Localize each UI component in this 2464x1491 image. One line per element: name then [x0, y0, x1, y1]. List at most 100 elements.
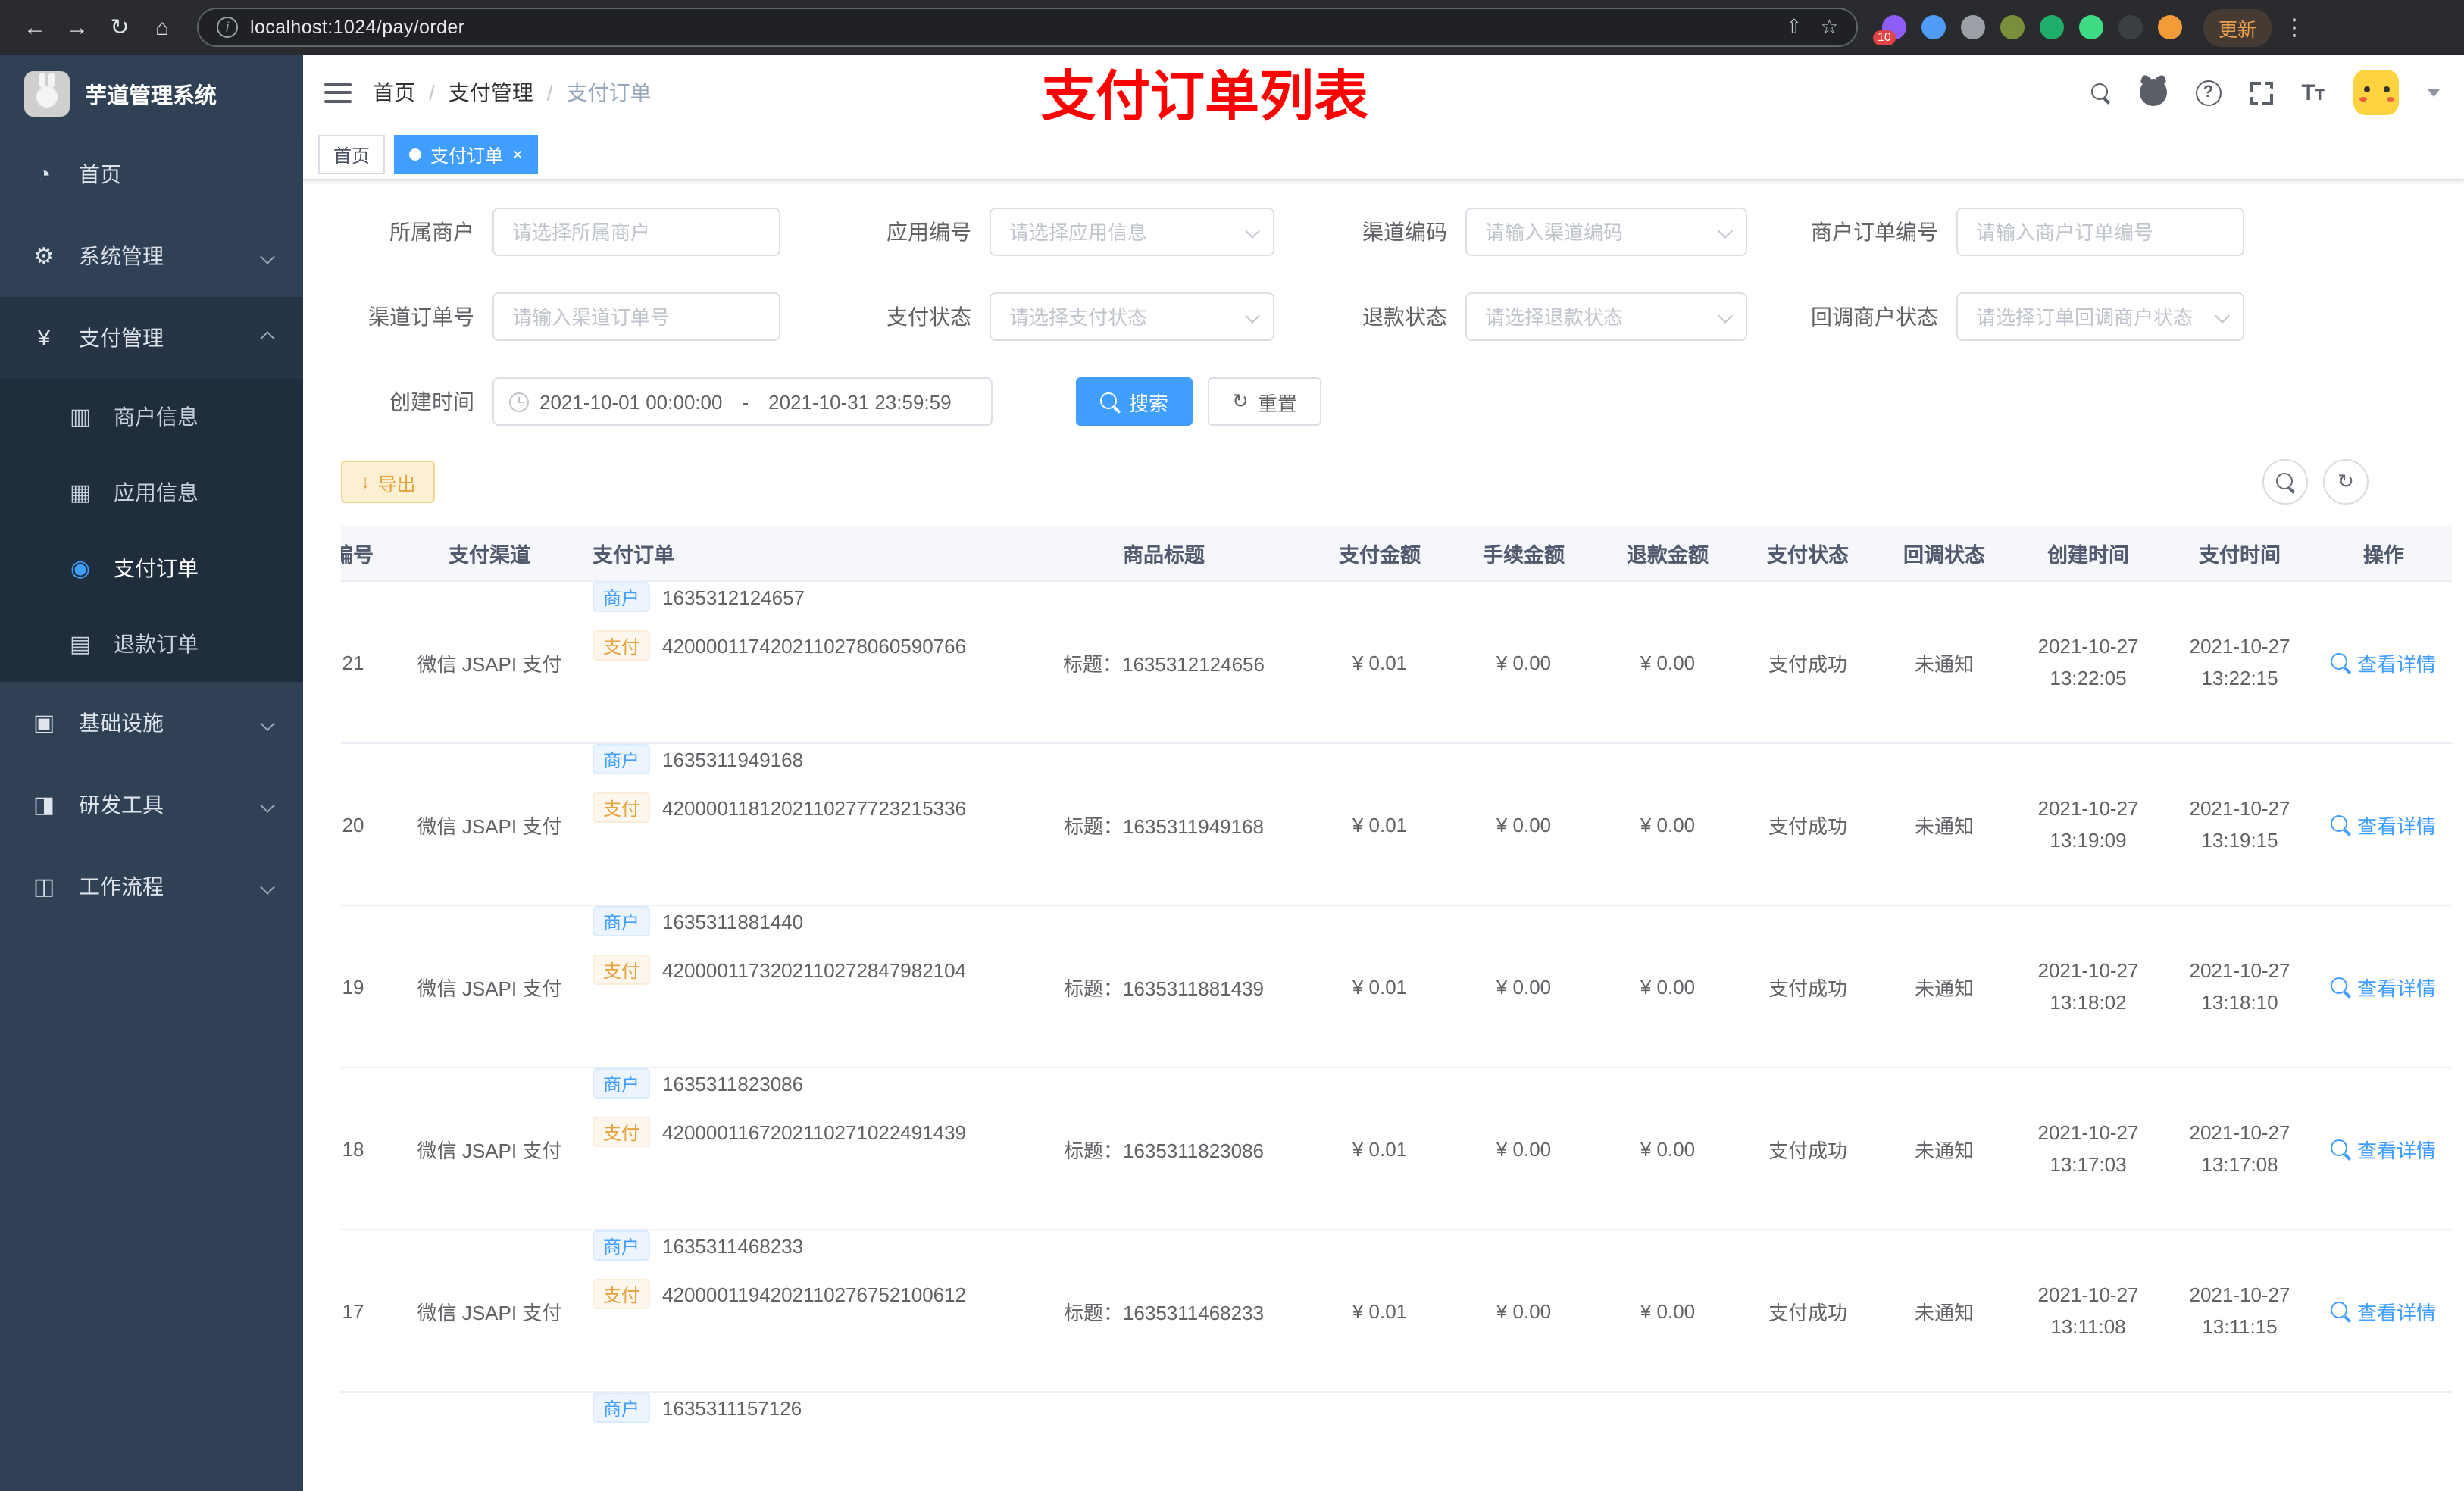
column-header-6: 退款金额: [1627, 544, 1709, 567]
sidebar-toggle-icon[interactable]: [324, 83, 352, 102]
sidebar-subitem-2[interactable]: ◉ 支付订单: [0, 530, 303, 606]
extension-blue-icon[interactable]: [1921, 15, 1946, 39]
tab-1[interactable]: 支付订单 ×: [394, 135, 539, 174]
pay-tag: 支付: [593, 630, 651, 661]
view-detail-link[interactable]: 查看详情: [2331, 972, 2436, 1001]
cell-refund-amount: ¥ 0.00: [1640, 1137, 1696, 1160]
date-value: 2021-10-27: [2189, 1121, 2290, 1144]
filter-input[interactable]: [1956, 208, 2244, 256]
date-value: 2021-10-27: [2189, 634, 2290, 658]
cell-fee-amount: [1452, 1393, 1596, 1491]
merchant-order-no: 1635311157126: [662, 1396, 802, 1419]
browser-menu-icon[interactable]: ⋮: [2275, 8, 2314, 47]
filter-input[interactable]: [990, 208, 1274, 256]
home-icon[interactable]: ⌂: [142, 8, 182, 47]
cell-notify-status: 未通知: [1914, 1301, 1974, 1324]
search-icon[interactable]: [2090, 83, 2110, 102]
time-value: 13:11:15: [2202, 1315, 2278, 1338]
merchant-tag: 商户: [593, 1068, 651, 1099]
reset-button[interactable]: ↻ 重置: [1208, 377, 1321, 426]
export-button[interactable]: ↓ 导出: [341, 461, 436, 503]
sidebar-item-1[interactable]: ⚙ 系统管理: [0, 215, 303, 297]
date-range-input[interactable]: 2021-10-01 00:00:00 - 2021-10-31 23:59:5…: [492, 377, 993, 426]
extension-dark-icon[interactable]: [2118, 15, 2143, 39]
sidebar-subitem-1[interactable]: ▦ 应用信息: [0, 455, 303, 530]
extension-emoji-icon[interactable]: [2158, 15, 2182, 39]
extension-olive-icon[interactable]: [2000, 15, 2025, 39]
pay-order-no: 4200001167202110271022491439: [662, 1121, 967, 1143]
view-detail-link[interactable]: 查看详情: [2331, 1296, 2436, 1325]
filter-input[interactable]: [1956, 292, 2244, 341]
cell-pay-amount: ¥ 0.01: [1352, 651, 1408, 674]
cell-pay-order: 商户 1635311823086 支付 42000011672021102710224…: [580, 1068, 1020, 1229]
github-icon[interactable]: [2139, 79, 2167, 106]
extension-chat-icon[interactable]: [2079, 15, 2103, 39]
view-detail-label: 查看详情: [2356, 1301, 2436, 1324]
filter-input[interactable]: [1465, 208, 1747, 256]
column-header-1: 支付渠道: [449, 544, 530, 567]
tab-0[interactable]: 首页: [318, 135, 386, 174]
sidebar-item-0[interactable]: ◔ 首页: [0, 133, 303, 215]
merchant-order-no: 1635311949168: [662, 748, 804, 771]
cell-action: 查看详情: [2315, 906, 2452, 1067]
cell-pay-time: 2021-10-27 13:18:10: [2164, 906, 2315, 1067]
annotation-title: 支付订单列表: [1041, 65, 1369, 127]
filter-input[interactable]: [492, 292, 780, 341]
column-header-3: 商品标题: [1123, 544, 1205, 567]
column-header-7: 支付状态: [1767, 544, 1849, 567]
reload-icon[interactable]: ↻: [100, 8, 139, 47]
extension-green-check-icon[interactable]: [2040, 15, 2064, 39]
filter-input[interactable]: [990, 292, 1274, 341]
close-icon[interactable]: ×: [512, 145, 523, 164]
navbar-actions: ? TT: [2090, 70, 2464, 115]
share-icon[interactable]: ⇧: [1786, 15, 1803, 39]
fullscreen-icon[interactable]: [2250, 81, 2273, 104]
pay-order-icon: ◉: [70, 556, 91, 582]
cell-create-time: 2021-10-27 13:22:05: [2012, 582, 2164, 742]
site-info-icon[interactable]: i: [217, 17, 238, 38]
sidebar-item-3[interactable]: ▣ 基础设施: [0, 682, 303, 764]
browser-update-button[interactable]: 更新: [2203, 8, 2272, 46]
filter-input-wrap: [1465, 208, 1747, 256]
refresh-table-button[interactable]: ↻: [2323, 459, 2369, 505]
filter-field-create-time: 创建时间 2021-10-01 00:00:00 - 2021-10-31 23…: [341, 377, 993, 426]
view-detail-label: 查看详情: [2356, 977, 2436, 999]
sidebar-item-2[interactable]: ¥ 支付管理: [0, 297, 303, 379]
cell-pay-order: 商户 1635311949168 支付 42000011812021102777232…: [580, 744, 1020, 905]
cell-pay-status: [1740, 1393, 1876, 1491]
avatar[interactable]: [2353, 70, 2399, 115]
sidebar-item-label: 工作流程: [79, 874, 164, 899]
filter-input[interactable]: [1465, 292, 1747, 341]
filter-label: 渠道编码: [1362, 220, 1447, 244]
bookmark-star-icon[interactable]: ☆: [1821, 15, 1838, 39]
filter-field-0: 所属商户: [341, 208, 780, 256]
view-detail-link[interactable]: 查看详情: [2331, 1134, 2436, 1163]
extension-gray-icon[interactable]: [1961, 15, 1985, 39]
cell-channel: 微信 JSAPI 支付: [417, 1139, 562, 1161]
font-size-icon[interactable]: TT: [2301, 80, 2325, 105]
filter-input-wrap: [1956, 208, 2244, 256]
time-value: 13:22:05: [2050, 667, 2127, 689]
chevron-down-icon[interactable]: [2428, 89, 2440, 96]
sidebar-subitem-3[interactable]: ▤ 退款订单: [0, 606, 303, 682]
forward-icon[interactable]: →: [58, 8, 97, 47]
help-icon[interactable]: ?: [2195, 80, 2222, 105]
search-button[interactable]: 搜索: [1076, 377, 1193, 426]
sidebar-item-4[interactable]: ◨ 研发工具: [0, 764, 303, 846]
extension-colorful-icon[interactable]: 10: [1873, 15, 1906, 45]
view-detail-link[interactable]: 查看详情: [2331, 810, 2436, 839]
filter-input-wrap: [1956, 292, 2244, 341]
filter-field-1: 应用编号: [844, 208, 1274, 256]
cell-pay-amount: ¥ 0.01: [1352, 975, 1408, 998]
back-icon[interactable]: ←: [15, 8, 55, 47]
address-bar[interactable]: i localhost:1024/pay/order ⇧ ☆: [197, 8, 1858, 47]
view-detail-link[interactable]: 查看详情: [2331, 648, 2436, 677]
sidebar-subitem-0[interactable]: ▥ 商户信息: [0, 379, 303, 455]
filter-input[interactable]: [492, 208, 780, 256]
toggle-search-button[interactable]: [2262, 459, 2308, 505]
sidebar-item-label: 系统管理: [79, 244, 164, 268]
breadcrumb-item-1[interactable]: 支付管理: [449, 77, 533, 108]
sidebar-item-5[interactable]: ◫ 工作流程: [0, 846, 303, 927]
date-separator: -: [742, 390, 749, 413]
breadcrumb-item-0[interactable]: 首页: [373, 77, 415, 108]
